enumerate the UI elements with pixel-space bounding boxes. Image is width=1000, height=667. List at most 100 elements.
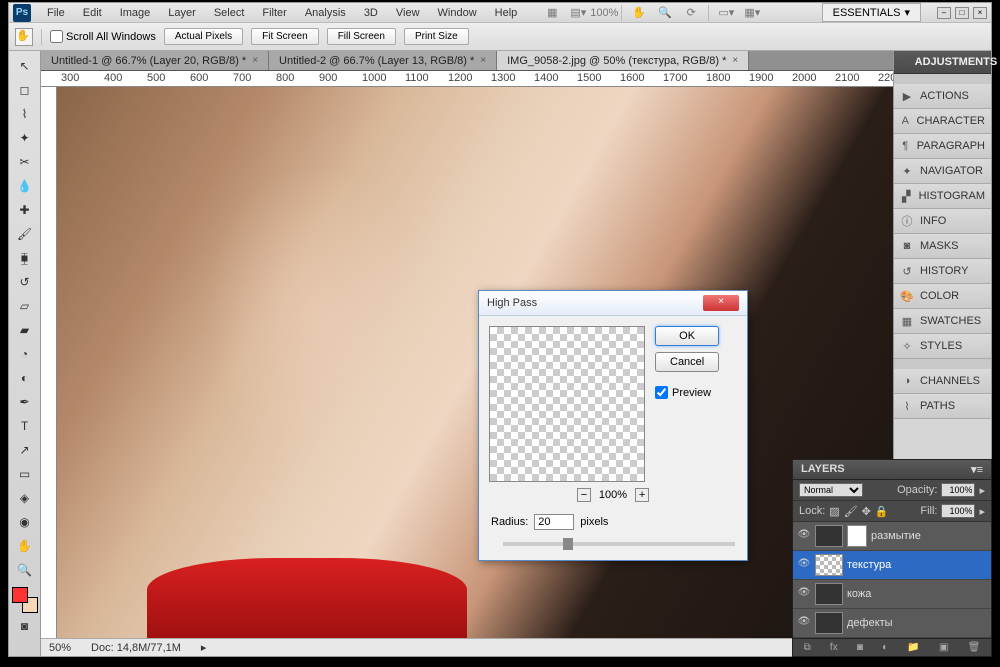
- link-icon[interactable]: ⧉: [804, 642, 811, 653]
- extras-icon[interactable]: ▦▾: [743, 4, 761, 22]
- screen-mode-icon[interactable]: ▭▾: [717, 4, 735, 22]
- arrange-docs-icon[interactable]: ▤▾: [569, 4, 587, 22]
- doc-tab-1[interactable]: Untitled-1 @ 66.7% (Layer 20, RGB/8) *×: [41, 51, 269, 70]
- scroll-all-input[interactable]: [50, 30, 63, 43]
- layer-row[interactable]: 👁дефекты: [793, 609, 991, 638]
- fit-screen-button[interactable]: Fit Screen: [251, 28, 319, 45]
- workspace-switcher[interactable]: ESSENTIALS▾: [822, 3, 921, 22]
- panel-paths[interactable]: ⌇PATHS: [894, 394, 991, 419]
- doc-tab-3[interactable]: IMG_9058-2.jpg @ 50% (текстура, RGB/8) *…: [497, 51, 749, 70]
- layer-mask-thumb[interactable]: [847, 525, 867, 547]
- shape-tool-icon[interactable]: ▭: [13, 463, 37, 485]
- chevron-right-icon[interactable]: ▸: [201, 641, 207, 654]
- menu-3d[interactable]: 3D: [356, 5, 386, 21]
- type-tool-icon[interactable]: T: [13, 415, 37, 437]
- fill-input[interactable]: [941, 504, 975, 518]
- adjustments-panel-header[interactable]: ◐ADJUSTMENTS: [894, 51, 991, 74]
- panel-histogram[interactable]: ▞HISTOGRAM: [894, 184, 991, 209]
- dodge-tool-icon[interactable]: ◐: [13, 367, 37, 389]
- preview-checkbox-input[interactable]: [655, 386, 668, 399]
- brush-tool-icon[interactable]: 🖌: [13, 223, 37, 245]
- layer-name[interactable]: текстура: [847, 559, 891, 571]
- crop-tool-icon[interactable]: ✂: [13, 151, 37, 173]
- radius-input[interactable]: [534, 514, 574, 530]
- layer-thumb[interactable]: [815, 554, 843, 576]
- panel-info[interactable]: ⓘINFO: [894, 209, 991, 234]
- layer-thumb[interactable]: [815, 583, 843, 605]
- panel-history[interactable]: ↺HISTORY: [894, 259, 991, 284]
- doc-tab-2[interactable]: Untitled-2 @ 66.7% (Layer 13, RGB/8) *×: [269, 51, 497, 70]
- maximize-button[interactable]: □: [955, 7, 969, 19]
- eyedropper-tool-icon[interactable]: 💧: [13, 175, 37, 197]
- blend-mode-select[interactable]: Normal: [799, 483, 863, 497]
- ok-button[interactable]: OK: [655, 326, 719, 346]
- layer-thumb[interactable]: [815, 525, 843, 547]
- 3d-camera-icon[interactable]: ◉: [13, 511, 37, 533]
- menu-analysis[interactable]: Analysis: [297, 5, 354, 21]
- menu-help[interactable]: Help: [487, 5, 526, 21]
- panel-channels[interactable]: ◑CHANNELS: [894, 369, 991, 394]
- layer-name[interactable]: кожа: [847, 588, 871, 600]
- chevron-right-icon[interactable]: ▸: [979, 505, 985, 518]
- menu-layer[interactable]: Layer: [160, 5, 204, 21]
- hand-icon[interactable]: ✋: [630, 4, 648, 22]
- close-icon[interactable]: ×: [732, 55, 738, 66]
- status-zoom[interactable]: 50%: [49, 642, 71, 654]
- blur-tool-icon[interactable]: ◔: [13, 343, 37, 365]
- panel-color[interactable]: 🎨COLOR: [894, 284, 991, 309]
- quickmask-icon[interactable]: ◙: [13, 615, 37, 637]
- pen-tool-icon[interactable]: ✒: [13, 391, 37, 413]
- layers-panel[interactable]: LAYERS▾≡ Normal Opacity: ▸ Lock: ▨ 🖌 ✥ 🔒…: [792, 459, 992, 657]
- minimize-button[interactable]: –: [937, 7, 951, 19]
- zoom-level[interactable]: 100%: [595, 4, 613, 22]
- dialog-close-button[interactable]: ×: [703, 295, 739, 311]
- fill-screen-button[interactable]: Fill Screen: [327, 28, 396, 45]
- panel-masks[interactable]: ◙MASKS: [894, 234, 991, 259]
- adjustment-icon[interactable]: ◐: [882, 642, 888, 653]
- hand-tool-icon[interactable]: ✋: [13, 535, 37, 557]
- preview-box[interactable]: [489, 326, 645, 482]
- zoom-icon[interactable]: 🔍: [656, 4, 674, 22]
- radius-slider[interactable]: [503, 542, 735, 546]
- print-size-button[interactable]: Print Size: [404, 28, 469, 45]
- healing-tool-icon[interactable]: ✚: [13, 199, 37, 221]
- menu-filter[interactable]: Filter: [254, 5, 294, 21]
- layer-row[interactable]: 👁текстура: [793, 551, 991, 580]
- high-pass-dialog[interactable]: High Pass × OK Cancel Preview − 100% + R…: [478, 290, 748, 561]
- path-tool-icon[interactable]: ↗: [13, 439, 37, 461]
- lasso-tool-icon[interactable]: ⌇: [13, 103, 37, 125]
- panel-swatches[interactable]: ▦SWATCHES: [894, 309, 991, 334]
- new-layer-icon[interactable]: ▣: [939, 642, 948, 653]
- visibility-icon[interactable]: 👁: [797, 587, 811, 601]
- chevron-right-icon[interactable]: ▸: [979, 484, 985, 497]
- panel-paragraph[interactable]: ¶PARAGRAPH: [894, 134, 991, 159]
- cancel-button[interactable]: Cancel: [655, 352, 719, 372]
- rotate-icon[interactable]: ⟳: [682, 4, 700, 22]
- canvas[interactable]: [41, 87, 893, 638]
- layers-panel-title[interactable]: LAYERS▾≡: [793, 460, 991, 480]
- stamp-tool-icon[interactable]: ⧯: [13, 247, 37, 269]
- fx-icon[interactable]: fx: [830, 642, 838, 653]
- 3d-tool-icon[interactable]: ◈: [13, 487, 37, 509]
- mask-icon[interactable]: ◙: [857, 642, 863, 653]
- lock-move-icon[interactable]: ✥: [862, 505, 871, 518]
- color-swatches[interactable]: [12, 587, 38, 613]
- launch-bridge-icon[interactable]: ▦: [543, 4, 561, 22]
- layer-name[interactable]: дефекты: [847, 617, 893, 629]
- trash-icon[interactable]: 🗑: [968, 642, 981, 653]
- menu-window[interactable]: Window: [430, 5, 485, 21]
- panel-navigator[interactable]: ✦NAVIGATOR: [894, 159, 991, 184]
- menu-image[interactable]: Image: [112, 5, 159, 21]
- wand-tool-icon[interactable]: ✦: [13, 127, 37, 149]
- history-brush-icon[interactable]: ↺: [13, 271, 37, 293]
- tool-preset-icon[interactable]: ✋: [15, 28, 33, 46]
- lock-brush-icon[interactable]: 🖌: [844, 505, 858, 518]
- menu-select[interactable]: Select: [206, 5, 253, 21]
- close-icon[interactable]: ×: [480, 55, 486, 66]
- zoom-out-button[interactable]: −: [577, 488, 591, 502]
- close-button[interactable]: ×: [973, 7, 987, 19]
- layer-name[interactable]: размытие: [871, 530, 921, 542]
- layer-thumb[interactable]: [815, 612, 843, 634]
- menu-edit[interactable]: Edit: [75, 5, 110, 21]
- lock-all-icon[interactable]: 🔒: [875, 505, 889, 518]
